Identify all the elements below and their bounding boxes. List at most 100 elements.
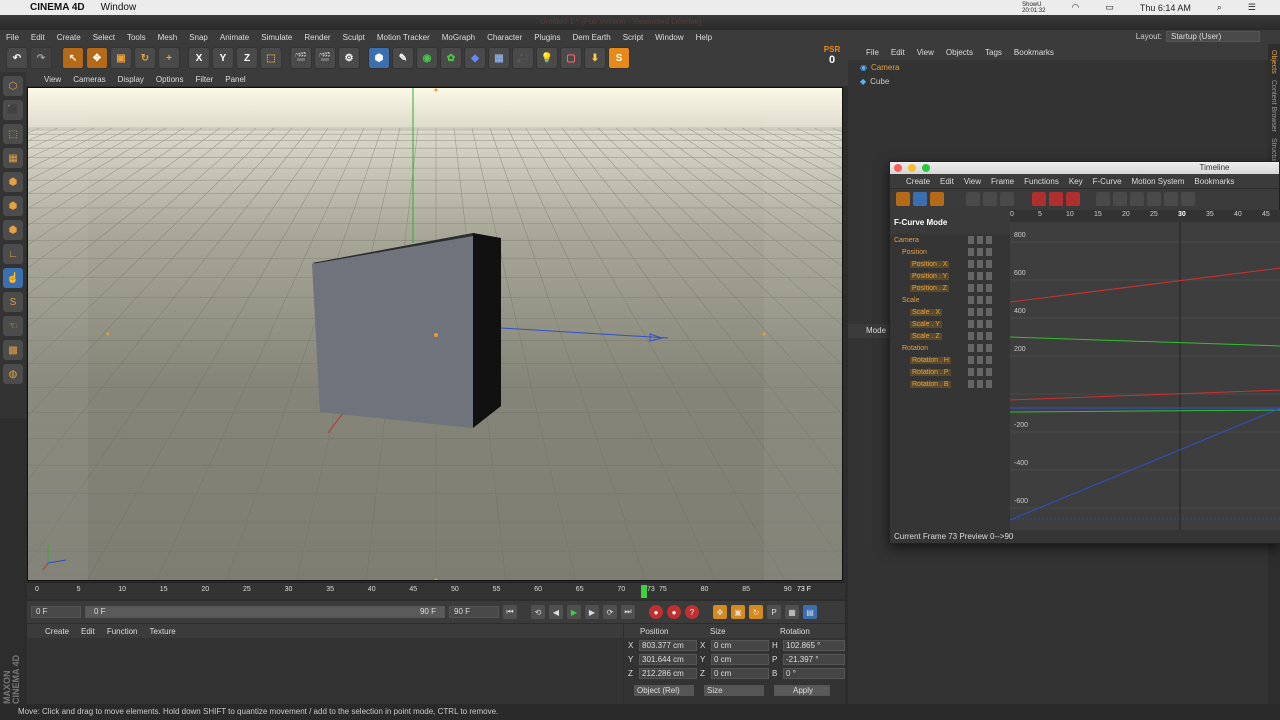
- make-editable-button[interactable]: ⬡: [3, 76, 23, 96]
- menu-snap[interactable]: Snap: [189, 33, 208, 42]
- viewport-menu-options[interactable]: Options: [156, 75, 184, 84]
- ease-both-button[interactable]: [1181, 191, 1195, 206]
- track-toggle-icon[interactable]: [977, 272, 983, 280]
- curve-position-z[interactable]: [1009, 407, 1280, 521]
- track-toggle-icon[interactable]: [977, 248, 983, 256]
- timeline-menu-key[interactable]: Key: [1069, 177, 1083, 186]
- track-toggle-icon[interactable]: [977, 356, 983, 364]
- menu-mesh[interactable]: Mesh: [158, 33, 178, 42]
- sculpt-button[interactable]: ◍: [3, 364, 23, 384]
- fcurve-mode-button[interactable]: [913, 191, 927, 206]
- mac-menu-window[interactable]: Window: [101, 2, 137, 13]
- keyframe-selection-button[interactable]: ?: [685, 605, 699, 619]
- clock[interactable]: Thu 6:14 AM: [1140, 3, 1191, 13]
- track-toggle-icon[interactable]: [986, 380, 992, 388]
- notification-icon[interactable]: ☰: [1248, 2, 1256, 13]
- frame-selected-button[interactable]: [983, 191, 997, 206]
- track-toggle-icon[interactable]: [968, 260, 974, 268]
- curve-rotation-p[interactable]: [1009, 409, 1280, 413]
- track-toggle-icon[interactable]: [986, 344, 992, 352]
- timeline-menu-edit[interactable]: Edit: [940, 177, 954, 186]
- perspective-viewport[interactable]: [27, 87, 843, 581]
- deformer-button[interactable]: ◆: [464, 47, 486, 69]
- import-button[interactable]: ⬇: [584, 47, 606, 69]
- tab-content-browser[interactable]: Content Browser: [1270, 80, 1277, 132]
- track-toggle-icon[interactable]: [977, 308, 983, 316]
- model-mode-button[interactable]: ⬛: [3, 100, 23, 120]
- track-toggle-icon[interactable]: [986, 308, 992, 316]
- track-toggle-icon[interactable]: [968, 332, 974, 340]
- z-axis-button[interactable]: Z: [236, 47, 258, 69]
- play-button[interactable]: ▶: [567, 605, 581, 619]
- track-toggle-icon[interactable]: [968, 356, 974, 364]
- track-toggle-icon[interactable]: [986, 332, 992, 340]
- record-rotation-button[interactable]: ↻: [749, 605, 763, 619]
- track-row[interactable]: Scale . Y: [890, 318, 1010, 330]
- render-picture-viewer-button[interactable]: 🎬: [314, 47, 336, 69]
- track-row[interactable]: Scale: [890, 294, 1010, 306]
- menu-animate[interactable]: Animate: [220, 33, 249, 42]
- go-to-end-button[interactable]: ⏭: [621, 605, 635, 619]
- track-toggle-icon[interactable]: [977, 296, 983, 304]
- coord-rotation-field[interactable]: 102.865 °: [783, 639, 845, 651]
- viewport-menu-cameras[interactable]: Cameras: [73, 75, 105, 84]
- material-menu-texture[interactable]: Texture: [150, 627, 176, 636]
- object-row-cube[interactable]: ◆ Cube: [848, 74, 1268, 88]
- ease-in-button[interactable]: [1147, 191, 1161, 206]
- y-axis-button[interactable]: Y: [212, 47, 234, 69]
- live-selection-button[interactable]: ↖: [62, 47, 84, 69]
- track-toggle-icon[interactable]: [986, 284, 992, 292]
- track-toggle-icon[interactable]: [977, 332, 983, 340]
- material-menu-edit[interactable]: Edit: [81, 627, 95, 636]
- menu-file[interactable]: File: [6, 33, 19, 42]
- array-button[interactable]: ✿: [440, 47, 462, 69]
- search-icon[interactable]: ⌕: [1217, 2, 1222, 13]
- track-row[interactable]: Position: [890, 246, 1010, 258]
- timeline-menu-bookmarks[interactable]: Bookmarks: [1194, 177, 1234, 186]
- previous-frame-button[interactable]: ◀: [549, 605, 563, 619]
- viewport-menu-panel[interactable]: Panel: [225, 75, 245, 84]
- track-toggle-icon[interactable]: [986, 248, 992, 256]
- track-toggle-icon[interactable]: [968, 272, 974, 280]
- workplane-lock-button[interactable]: ☜: [3, 316, 23, 336]
- mac-app-name[interactable]: CINEMA 4D: [30, 2, 85, 13]
- menu-edit[interactable]: Edit: [31, 33, 45, 42]
- coord-position-field[interactable]: 212.286 cm: [639, 667, 697, 679]
- object-row-camera[interactable]: ◉ Camera: [848, 60, 1268, 74]
- render-settings-button[interactable]: ⚙: [338, 47, 360, 69]
- subdivision-surface-button[interactable]: ◉: [416, 47, 438, 69]
- record-position-button[interactable]: ✥: [713, 605, 727, 619]
- go-to-start-button[interactable]: ⏮: [503, 605, 517, 619]
- cube-pivot[interactable]: [434, 333, 438, 337]
- interp-step-button[interactable]: [1113, 191, 1127, 206]
- record-scale-button[interactable]: ▣: [731, 605, 745, 619]
- track-row[interactable]: Rotation . B: [890, 378, 1010, 390]
- track-toggle-icon[interactable]: [986, 368, 992, 376]
- curve-rotation-h[interactable]: [1009, 389, 1280, 401]
- object-menu-edit[interactable]: Edit: [891, 48, 905, 57]
- menu-window[interactable]: Window: [655, 33, 683, 42]
- start-frame-field[interactable]: 0 F: [31, 606, 81, 618]
- menu-help[interactable]: Help: [696, 33, 712, 42]
- track-row[interactable]: Position . Z: [890, 282, 1010, 294]
- timeline-menu-functions[interactable]: Functions: [1024, 177, 1059, 186]
- track-row[interactable]: Rotation . H: [890, 354, 1010, 366]
- track-row[interactable]: Position . Y: [890, 270, 1010, 282]
- undo-button[interactable]: ↶: [6, 47, 28, 69]
- track-toggle-icon[interactable]: [968, 380, 974, 388]
- menu-select[interactable]: Select: [93, 33, 115, 42]
- zoom-icon[interactable]: [922, 164, 930, 172]
- ease-out-button[interactable]: [1164, 191, 1178, 206]
- timeline-menu-view[interactable]: View: [964, 177, 981, 186]
- track-toggle-icon[interactable]: [968, 308, 974, 316]
- menu-script[interactable]: Script: [623, 33, 643, 42]
- track-row[interactable]: Camera: [890, 234, 1010, 246]
- interp-linear-button[interactable]: [1096, 191, 1110, 206]
- timeline-menu-f-curve[interactable]: F-Curve: [1093, 177, 1122, 186]
- object-menu-objects[interactable]: Objects: [946, 48, 973, 57]
- coord-position-field[interactable]: 301.644 cm: [639, 653, 697, 665]
- coordinate-system-button[interactable]: ⬚: [260, 47, 282, 69]
- track-toggle-icon[interactable]: [986, 356, 992, 364]
- layout-select[interactable]: Startup (User): [1166, 31, 1260, 42]
- track-toggle-icon[interactable]: [986, 272, 992, 280]
